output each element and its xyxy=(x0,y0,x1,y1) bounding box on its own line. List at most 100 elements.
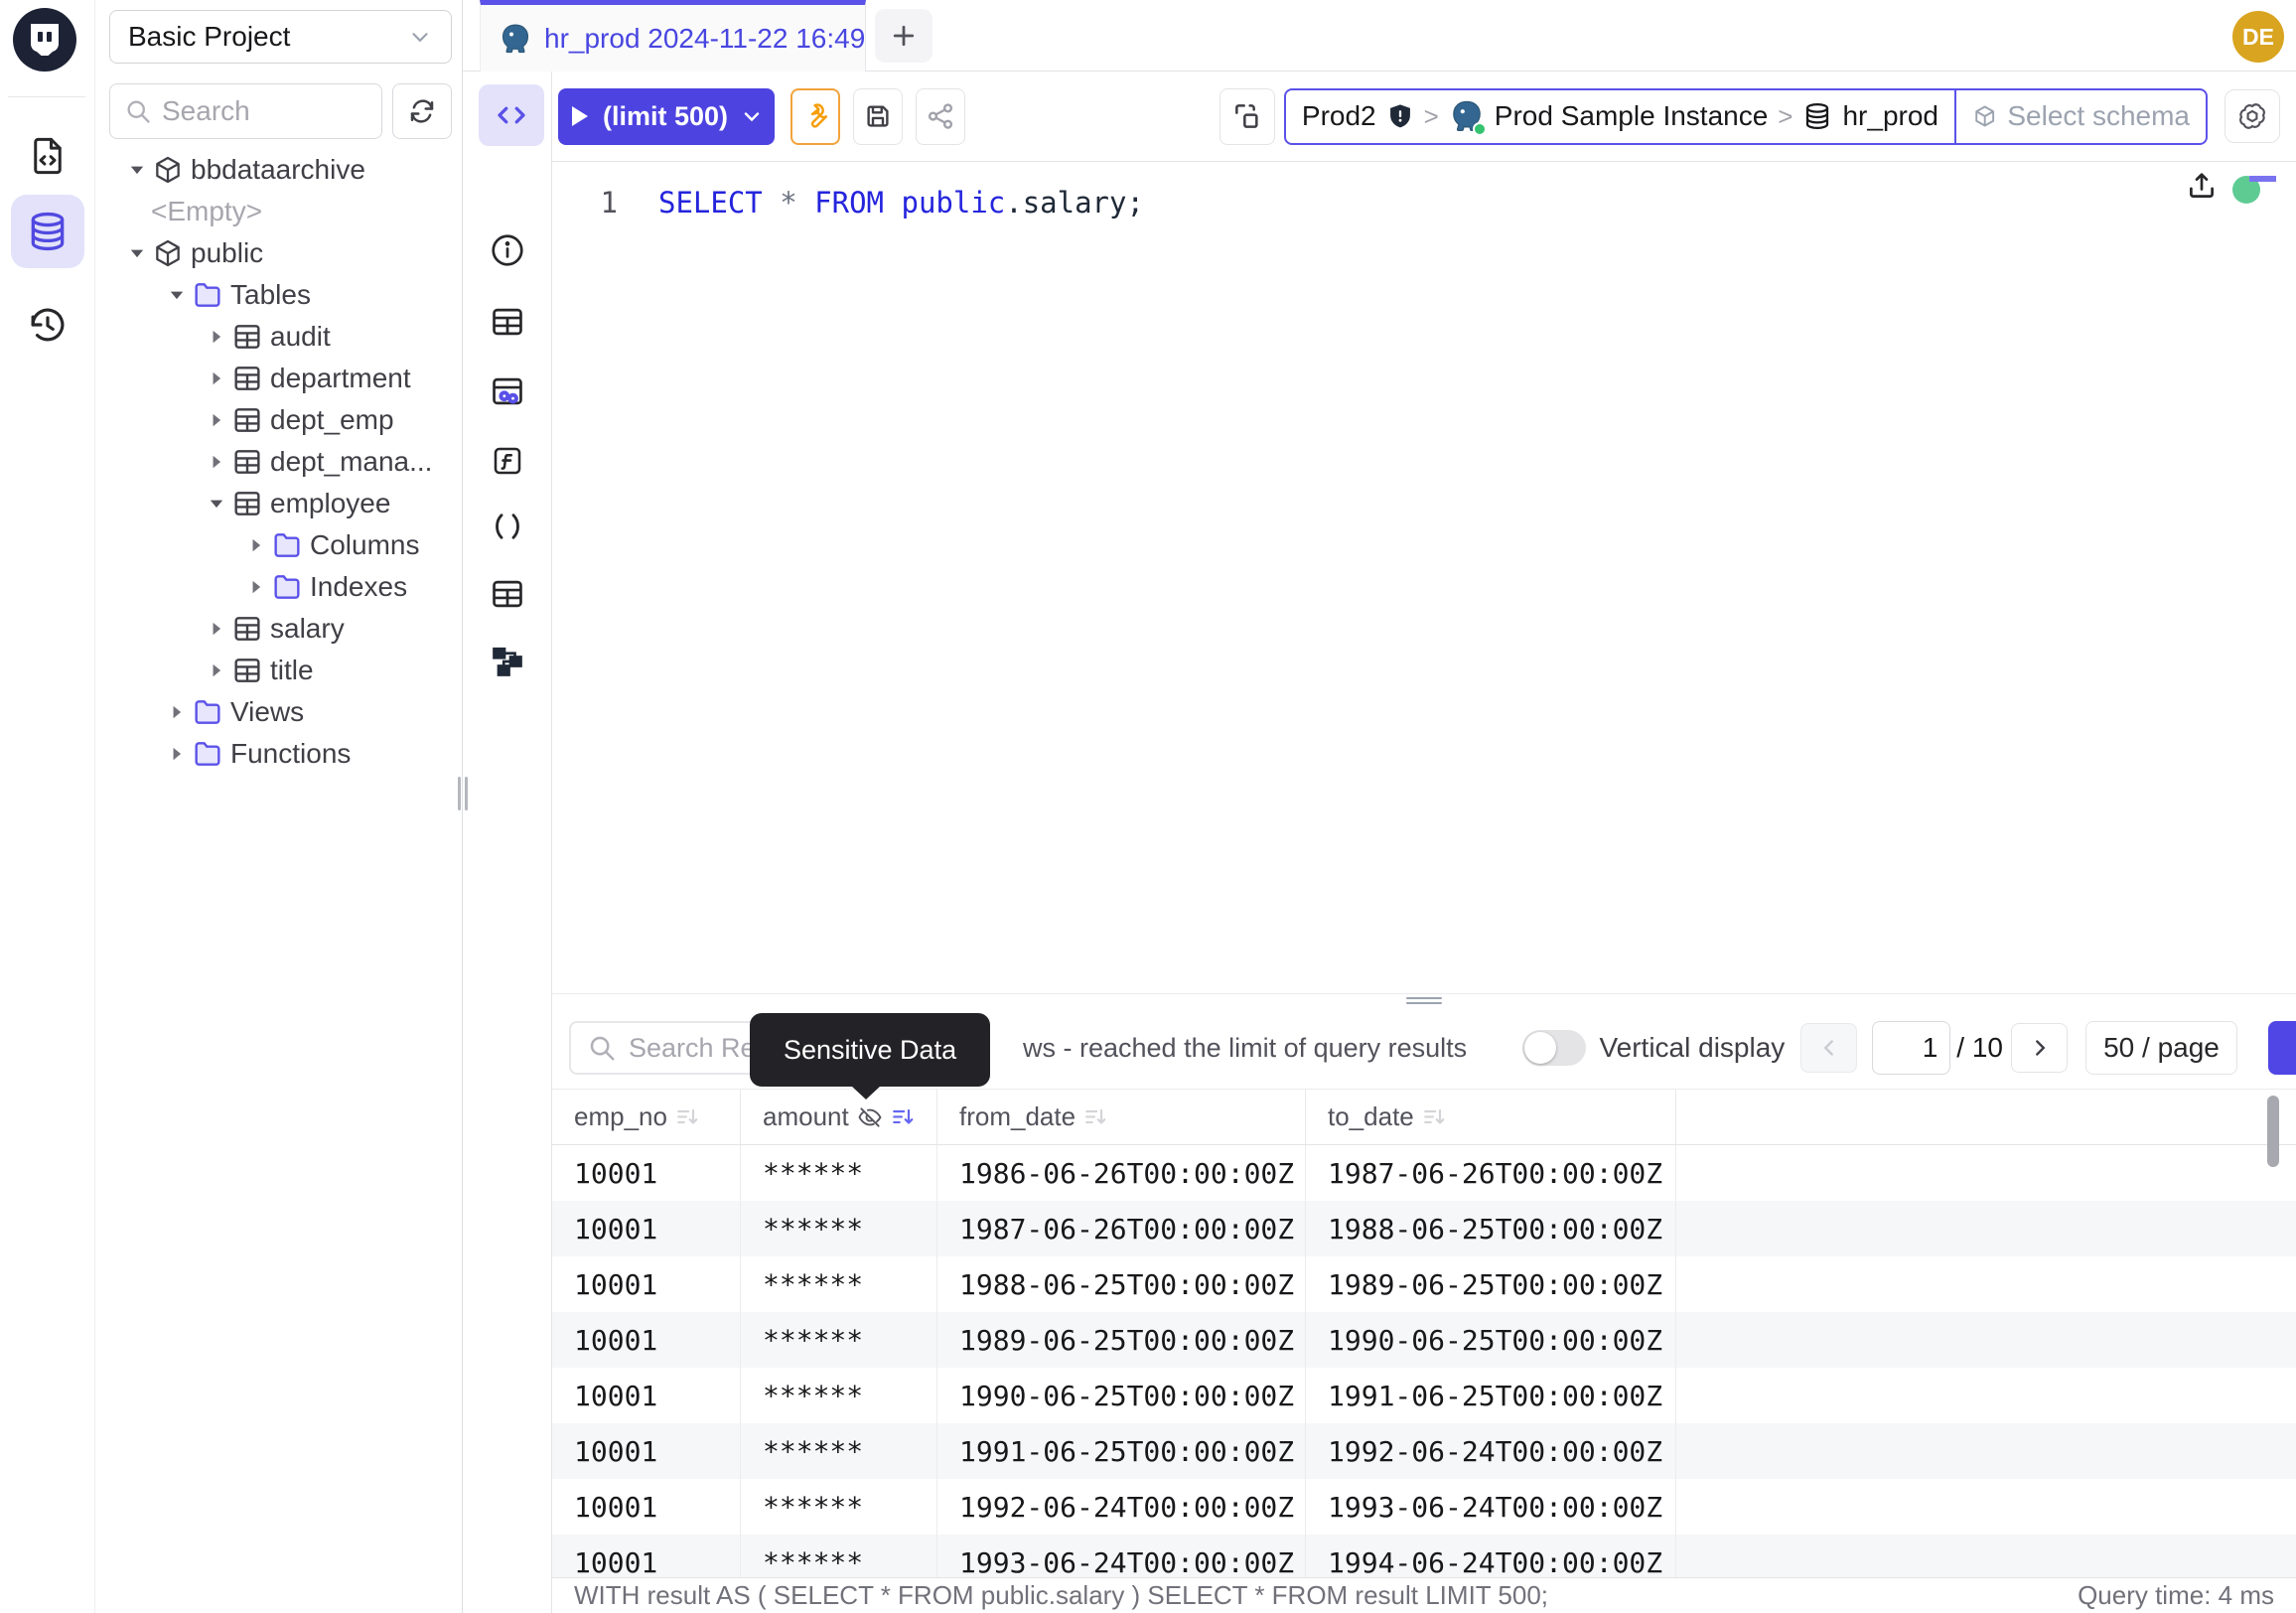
sidebar-search-input[interactable]: Search xyxy=(109,83,382,139)
sort-icon[interactable] xyxy=(1083,1105,1107,1129)
upload-button[interactable] xyxy=(2185,169,2219,203)
table-icon[interactable] xyxy=(488,574,527,614)
table-icon xyxy=(230,403,264,437)
eye-off-icon[interactable] xyxy=(857,1104,883,1130)
tree-item-empty[interactable]: <Empty> xyxy=(95,191,462,232)
refresh-button[interactable] xyxy=(392,83,452,139)
next-page-button[interactable] xyxy=(2011,1023,2068,1073)
share-button[interactable] xyxy=(916,88,965,145)
vertical-display-toggle[interactable] xyxy=(1522,1030,1586,1066)
select-schema-button[interactable]: Select schema xyxy=(1954,90,2206,143)
caret-right-icon[interactable] xyxy=(203,657,230,684)
batch-query-button[interactable] xyxy=(1220,88,1275,145)
tree-item-bbdataarchive[interactable]: bbdataarchive xyxy=(95,149,462,191)
masked-table-icon[interactable] xyxy=(488,371,527,411)
caret-right-icon[interactable] xyxy=(163,698,191,726)
tree-item-department[interactable]: department xyxy=(95,358,462,399)
column-header-amount[interactable]: amount xyxy=(741,1090,937,1144)
table-cell: 10001 xyxy=(552,1145,741,1201)
table-cell xyxy=(1676,1423,2296,1479)
sort-icon[interactable] xyxy=(675,1105,699,1129)
panel-resize-handle[interactable] xyxy=(552,993,2296,1007)
table-info-icon[interactable] xyxy=(488,302,527,342)
page-size-select[interactable]: 50 / page xyxy=(2085,1021,2237,1075)
code-panel-toggle[interactable] xyxy=(479,84,544,146)
tree-item-label: department xyxy=(270,363,411,394)
table-icon xyxy=(230,320,264,354)
table-cell: ****** xyxy=(741,1312,937,1368)
connection-context[interactable]: Prod2 > Prod Sample Instance > hr_prod xyxy=(1286,90,1954,143)
table-cell: 1992-06-24T00:00:00Z xyxy=(1306,1423,1676,1479)
run-query-button[interactable]: (limit 500) xyxy=(558,88,775,145)
code-line: 1 SELECT * FROM public.salary; xyxy=(552,182,1144,223)
export-button-partial[interactable] xyxy=(2268,1021,2296,1075)
history-icon[interactable] xyxy=(11,288,84,362)
cube-icon xyxy=(151,236,185,270)
tree-item-tables[interactable]: Tables xyxy=(95,274,462,316)
tree-item-indexes[interactable]: Indexes xyxy=(95,566,462,608)
worksheet-icon[interactable] xyxy=(11,119,84,193)
tree-item-salary[interactable]: salary xyxy=(95,608,462,650)
prev-page-button[interactable] xyxy=(1800,1023,1857,1073)
sql-code: SELECT * FROM public.salary; xyxy=(618,182,1144,223)
table-cell xyxy=(1676,1368,2296,1423)
user-avatar[interactable]: DE xyxy=(2232,11,2284,63)
column-header-emp_no[interactable]: emp_no xyxy=(552,1090,741,1144)
project-selector[interactable]: Basic Project xyxy=(109,10,452,64)
caret-down-icon[interactable] xyxy=(123,239,151,267)
format-button[interactable] xyxy=(790,88,840,145)
caret-right-icon[interactable] xyxy=(242,573,270,601)
connection-breadcrumb: Prod2 > Prod Sample Instance > hr_prod xyxy=(1284,88,2208,145)
tree-item-label: Columns xyxy=(310,529,419,561)
table-scrollbar-thumb[interactable] xyxy=(2267,1096,2279,1167)
caret-down-icon[interactable] xyxy=(123,156,151,184)
tree-item-employee[interactable]: employee xyxy=(95,483,462,524)
schema-diagram-icon[interactable] xyxy=(488,642,527,681)
column-header-from_date[interactable]: from_date xyxy=(937,1090,1306,1144)
sql-editor[interactable]: 1 SELECT * FROM public.salary; xyxy=(552,162,2296,993)
column-name: to_date xyxy=(1328,1101,1414,1132)
bytebase-logo xyxy=(13,8,76,72)
caret-right-icon[interactable] xyxy=(203,615,230,643)
sort-icon[interactable] xyxy=(891,1105,915,1129)
batch-query-icon xyxy=(1231,100,1263,132)
tree-item-functions[interactable]: Functions xyxy=(95,733,462,775)
tree-item-dept-emp[interactable]: dept_emp xyxy=(95,399,462,441)
tree-item-label: dept_emp xyxy=(270,404,394,436)
tree-item-dept-mana[interactable]: dept_mana... xyxy=(95,441,462,483)
caret-right-icon[interactable] xyxy=(203,448,230,476)
caret-right-icon[interactable] xyxy=(203,365,230,392)
page-total: / 10 xyxy=(1956,1032,2003,1064)
caret-right-icon[interactable] xyxy=(163,740,191,768)
play-icon xyxy=(569,104,591,128)
new-tab-button[interactable] xyxy=(875,9,933,63)
info-icon[interactable] xyxy=(488,230,527,270)
caret-right-icon[interactable] xyxy=(203,323,230,351)
function-icon[interactable] xyxy=(488,441,527,481)
save-button[interactable] xyxy=(853,88,903,145)
tree-item-public[interactable]: public xyxy=(95,232,462,274)
column-header-to_date[interactable]: to_date xyxy=(1306,1090,1676,1144)
caret-right-icon[interactable] xyxy=(203,406,230,434)
tree-item-columns[interactable]: Columns xyxy=(95,524,462,566)
table-cell: ****** xyxy=(741,1256,937,1312)
sort-icon[interactable] xyxy=(1422,1105,1446,1129)
parentheses-icon[interactable] xyxy=(488,507,527,546)
tree-item-label: <Empty> xyxy=(151,196,262,227)
database-icon[interactable] xyxy=(11,195,84,268)
tree-item-title[interactable]: title xyxy=(95,650,462,691)
search-icon xyxy=(587,1033,617,1063)
tree-item-audit[interactable]: audit xyxy=(95,316,462,358)
tab-hr-prod[interactable]: hr_prod 2024-11-22 16:49 xyxy=(480,0,866,72)
ai-assistant-button[interactable] xyxy=(2224,89,2280,143)
table-cell: 1986-06-26T00:00:00Z xyxy=(937,1145,1306,1201)
table-cell: 1988-06-25T00:00:00Z xyxy=(1306,1201,1676,1256)
table-cell: ****** xyxy=(741,1201,937,1256)
caret-down-icon[interactable] xyxy=(163,281,191,309)
caret-down-icon[interactable] xyxy=(203,490,230,517)
sidebar-resize-handle[interactable] xyxy=(458,777,468,810)
tree-item-views[interactable]: Views xyxy=(95,691,462,733)
page-number-input[interactable]: 1 xyxy=(1872,1021,1950,1075)
tree-item-label: Views xyxy=(230,696,304,728)
caret-right-icon[interactable] xyxy=(242,531,270,559)
